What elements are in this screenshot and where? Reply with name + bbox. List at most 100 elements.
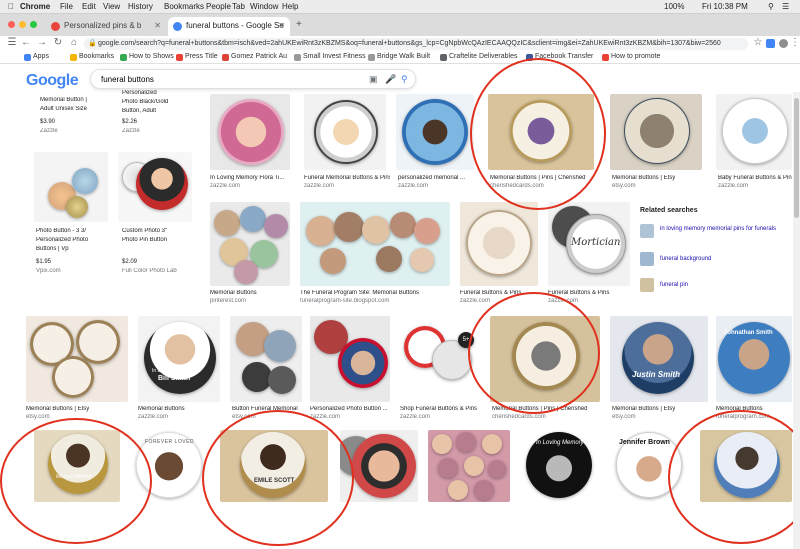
menu-history[interactable]: History bbox=[128, 2, 153, 11]
result-title[interactable]: Funeral Buttons & Pins bbox=[548, 290, 632, 296]
result-image[interactable] bbox=[34, 152, 108, 222]
bookmark-how-to-promote[interactable]: How to promote bbox=[602, 53, 660, 61]
profile-avatar[interactable] bbox=[779, 39, 788, 48]
address-bar[interactable]: 🔒 google.com/search?q=funeral+buttons&tb… bbox=[84, 38, 748, 50]
menu-window[interactable]: Window bbox=[250, 2, 278, 11]
search-box[interactable]: ▣ 🎤 ⚲ bbox=[90, 69, 416, 89]
result-image[interactable] bbox=[304, 94, 386, 170]
result-title[interactable]: In Loving Memory Flora Ti... bbox=[210, 175, 292, 181]
result-image[interactable] bbox=[210, 202, 290, 286]
bookmark-apps[interactable]: Apps bbox=[24, 53, 49, 61]
bookmark-gomez[interactable]: Gomez Patrick Au bbox=[222, 53, 287, 61]
search-icon[interactable]: ⚲ bbox=[768, 2, 774, 11]
menu-list-icon[interactable]: ☰ bbox=[782, 2, 789, 11]
battery-status[interactable]: 100% bbox=[664, 2, 684, 11]
result-title[interactable]: Baby Funeral Buttons & Pins bbox=[718, 175, 792, 181]
result-title[interactable]: The Funeral Program Site: Memorial Butto… bbox=[300, 290, 450, 296]
tab-google-search[interactable]: funeral buttons - Google Se ✕ bbox=[168, 17, 290, 36]
result-image[interactable]: Mortician bbox=[548, 202, 630, 286]
google-logo[interactable]: Google bbox=[26, 72, 79, 90]
apple-icon[interactable]:  bbox=[8, 2, 14, 11]
result-image[interactable] bbox=[230, 316, 302, 402]
menu-bookmarks[interactable]: Bookmarks bbox=[164, 2, 204, 11]
back-icon[interactable]: ← bbox=[20, 37, 32, 48]
result-image[interactable] bbox=[460, 202, 538, 286]
result-image[interactable]: Michael Winfrey bbox=[34, 430, 120, 502]
result-image[interactable]: EMILE SCOTT bbox=[220, 430, 328, 502]
camera-icon[interactable]: ▣ bbox=[369, 74, 378, 85]
menu-help[interactable]: Help bbox=[282, 2, 298, 11]
result-image[interactable] bbox=[310, 316, 390, 402]
result-title[interactable]: Funeral Memorial Buttons & Pins bbox=[304, 175, 390, 181]
related-search-item[interactable]: funeral background bbox=[640, 252, 786, 270]
result-title[interactable]: Memorial Buttons bbox=[138, 406, 185, 412]
bookmark-small-invest[interactable]: Small Invest Fitness bbox=[294, 53, 366, 61]
bookmark-press-title[interactable]: Press Title bbox=[176, 53, 218, 61]
result-image[interactable] bbox=[700, 430, 792, 502]
home-icon[interactable]: ⌂ bbox=[68, 37, 80, 48]
related-search-item[interactable]: in loving memory memorial pins for funer… bbox=[640, 224, 786, 242]
menu-edit[interactable]: Edit bbox=[82, 2, 96, 11]
result-image[interactable]: FOREVER LOVED bbox=[130, 430, 208, 502]
bookmark-craftelite[interactable]: Craftelite Deliverables bbox=[440, 53, 517, 61]
microphone-icon[interactable]: 🎤 bbox=[385, 74, 396, 85]
result-image[interactable] bbox=[210, 94, 290, 170]
extension-icon[interactable] bbox=[766, 39, 775, 48]
result-image[interactable]: In Loving Memory Bill Smith bbox=[138, 316, 220, 402]
result-image[interactable] bbox=[610, 94, 702, 170]
menu-file[interactable]: File bbox=[60, 2, 73, 11]
result-image[interactable] bbox=[716, 94, 792, 170]
menubar-clock[interactable]: Fri 10:38 PM bbox=[702, 2, 748, 11]
result-title[interactable]: Memorial Buttons bbox=[210, 290, 257, 296]
result-title[interactable]: Personalized bbox=[122, 90, 157, 96]
result-image[interactable] bbox=[26, 316, 128, 402]
result-title[interactable]: Photo Button - 3 3/ bbox=[36, 228, 86, 234]
result-image[interactable]: Jennifer Brown bbox=[608, 430, 690, 502]
bookmark-bridge-walk[interactable]: Bridge Walk Built bbox=[368, 53, 430, 61]
tab-personalized-pins[interactable]: Personalized pins & b ✕ bbox=[46, 17, 166, 36]
result-title[interactable]: Memorial Buttons bbox=[716, 406, 763, 412]
result-title[interactable]: Memorial Buttons | Pins | Cherished bbox=[490, 175, 596, 181]
close-tab-icon[interactable]: ✕ bbox=[278, 21, 285, 30]
result-image[interactable] bbox=[118, 152, 192, 222]
new-tab-icon[interactable]: + bbox=[296, 19, 302, 30]
menu-tab[interactable]: Tab bbox=[232, 2, 245, 11]
menu-hamburger-icon[interactable]: ☰ bbox=[6, 37, 18, 48]
forward-icon[interactable]: → bbox=[36, 37, 48, 48]
result-title[interactable]: Memorial Buttons | Etsy bbox=[612, 175, 704, 181]
result-title[interactable]: Button Funeral Memorial bbox=[232, 406, 304, 412]
search-input[interactable] bbox=[101, 73, 361, 86]
result-title[interactable]: Custom Photo 3" bbox=[122, 228, 167, 234]
result-title[interactable]: Memorial Buttons | Etsy bbox=[612, 406, 675, 412]
result-image[interactable] bbox=[340, 430, 418, 502]
close-window-icon[interactable] bbox=[8, 21, 15, 28]
bookmark-bookmarks[interactable]: Bookmarks bbox=[70, 53, 114, 61]
result-image[interactable]: 5+ bbox=[400, 316, 478, 402]
result-image[interactable] bbox=[428, 430, 510, 502]
close-tab-icon[interactable]: ✕ bbox=[154, 21, 161, 30]
search-icon[interactable]: ⚲ bbox=[401, 74, 408, 85]
result-image[interactable]: In Loving Memory bbox=[520, 430, 598, 502]
result-title[interactable]: Funeral Buttons & Pins bbox=[460, 290, 521, 296]
result-title[interactable]: Memorial Buttons | Pins | Cherished bbox=[492, 406, 600, 412]
result-title[interactable]: Memorial Buttons | Etsy bbox=[26, 406, 89, 412]
more-options-icon[interactable]: ⋮ bbox=[789, 37, 800, 48]
reload-icon[interactable]: ↻ bbox=[52, 37, 64, 48]
result-image[interactable] bbox=[300, 202, 450, 286]
result-title[interactable]: Shop Funeral Buttons & Pins bbox=[400, 406, 482, 412]
page-scrollbar[interactable] bbox=[793, 92, 800, 549]
result-title[interactable]: Memorial Button | bbox=[40, 97, 87, 103]
minimize-window-icon[interactable] bbox=[19, 21, 26, 28]
related-search-item[interactable]: funeral pin bbox=[640, 278, 786, 296]
menu-people[interactable]: People bbox=[206, 2, 231, 11]
result-title[interactable]: personalized memorial ... bbox=[398, 175, 476, 181]
zoom-window-icon[interactable] bbox=[30, 21, 37, 28]
menu-app[interactable]: Chrome bbox=[20, 2, 50, 11]
bookmark-facebook[interactable]: Facebook Transfer bbox=[526, 53, 593, 61]
result-image[interactable] bbox=[396, 94, 474, 170]
scrollbar-thumb[interactable] bbox=[794, 98, 799, 218]
star-icon[interactable]: ☆ bbox=[752, 37, 764, 48]
result-image[interactable] bbox=[488, 94, 594, 170]
result-image[interactable] bbox=[490, 316, 600, 402]
result-title[interactable]: Personalized Photo Button ... bbox=[310, 406, 390, 412]
